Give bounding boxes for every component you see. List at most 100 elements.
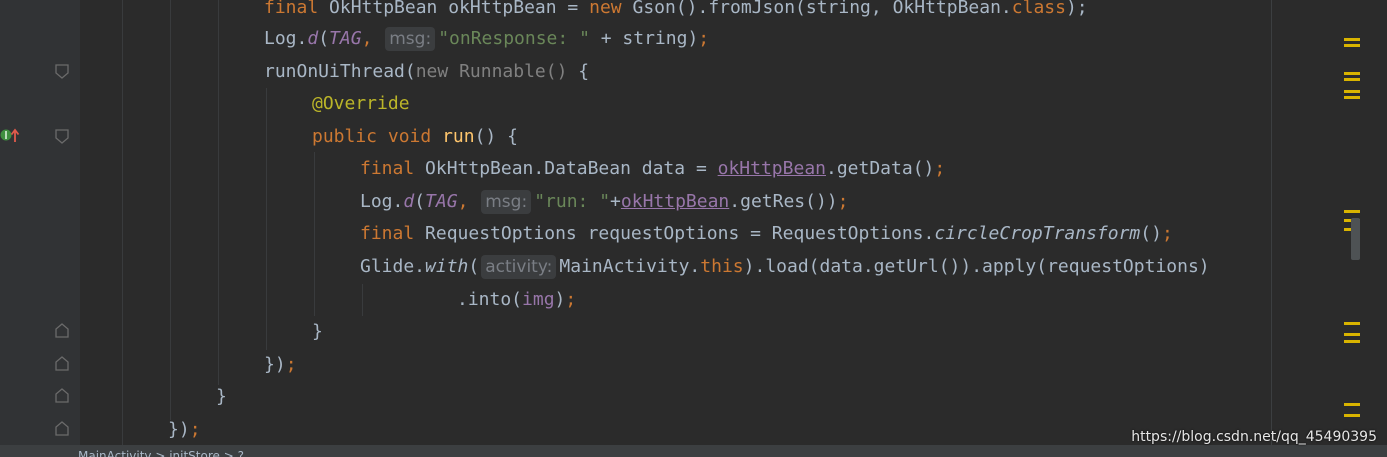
code-text: ).load(data.getUrl()).apply(requestOptio… [743,256,1210,277]
breadcrumb-bar: MainActivity > initStore > ? [0,445,1387,457]
punctuation: ; [698,28,710,49]
code-text: .into( [457,289,523,310]
warning-stripe-icon[interactable] [1344,78,1360,81]
fold-marker-icon[interactable] [55,64,69,79]
warning-stripe-icon[interactable] [1344,403,1360,406]
warning-stripe-icon[interactable] [1344,322,1360,325]
keyword: final [360,158,415,179]
code-text: + [610,191,621,212]
parameter-hint: msg: [481,190,532,214]
code-line[interactable]: }); [168,414,201,446]
keyword: class [1011,0,1066,18]
fold-marker-icon[interactable] [55,388,69,403]
code-text: OkHttpBean okHttpBean = [318,0,590,18]
string-literal: "run: " [534,191,611,212]
code-text: } [216,386,227,407]
keyword: final [264,0,319,18]
indent-guide [362,284,363,316]
annotation: @Override [312,93,410,114]
code-text: }) [264,354,286,375]
punctuation: , [361,28,384,49]
static-method: d [307,28,319,49]
right-margin-guide [1271,0,1272,445]
warning-stripe-icon[interactable] [1344,340,1360,343]
punctuation: ; [1161,223,1173,244]
keyword: final [360,223,415,244]
warning-stripe-icon[interactable] [1344,414,1360,417]
fold-marker-icon[interactable] [55,129,69,144]
code-text: Gson().fromJson(string, OkHttpBean. [621,0,1012,18]
code-text: OkHttpBean.DataBean data = [414,158,718,179]
code-text: ( [468,256,480,277]
warning-stripe-icon[interactable] [1344,333,1360,336]
fold-marker-icon[interactable] [55,323,69,338]
punctuation: ; [189,419,201,440]
code-text: .getRes()) [729,191,838,212]
code-line[interactable]: final OkHttpBean okHttpBean = new Gson()… [264,0,1088,24]
static-field: TAG [425,191,458,212]
code-line[interactable]: Log.d(TAG, msg: "run: "+okHttpBean.getRes… [360,186,848,218]
keyword: this [700,256,744,277]
code-line[interactable]: runOnUiThread(new Runnable() { [264,56,589,88]
parameter-hint: msg: [385,27,436,51]
keyword: new [589,0,622,18]
static-method: with [425,256,469,277]
static-field: TAG [329,28,362,49]
code-text: .getData() [826,158,935,179]
code-text: RequestOptions requestOptions = RequestO… [414,223,935,244]
code-line[interactable]: final RequestOptions requestOptions = Re… [360,218,1173,250]
code-text: } [312,321,323,342]
fold-marker-icon[interactable] [55,421,69,436]
code-line[interactable]: } [312,316,323,348]
warning-stripe-icon[interactable] [1344,44,1360,47]
code-text: ); [1065,0,1088,18]
punctuation: ; [565,289,577,310]
code-editor[interactable]: final OkHttpBean okHttpBean = new Gson()… [0,0,1387,457]
method-name: run [442,126,475,147]
code-line[interactable]: Glide.with(activity: MainActivity.this).l… [360,251,1210,283]
captured-variable: okHttpBean [717,158,826,179]
punctuation: ; [837,191,849,212]
code-text: ( [414,191,426,212]
folded-code: new [415,61,449,82]
code-line[interactable]: final OkHttpBean.DataBean data = okHttpB… [360,153,945,185]
code-line[interactable]: public void run() { [312,121,518,153]
fold-marker-icon[interactable] [55,356,69,371]
folded-code: Runnable() [448,61,568,82]
code-line[interactable]: Log.d(TAG, msg: "onResponse: " + string); [264,23,709,55]
breadcrumb[interactable]: MainActivity > initStore > ? [78,449,244,457]
code-text: runOnUiThread( [264,61,416,82]
field-reference: img [522,289,555,310]
static-method: d [403,191,415,212]
punctuation: ; [934,158,946,179]
code-text: ) [554,289,566,310]
keyword: public [312,126,378,147]
code-line[interactable]: }); [264,349,297,381]
code-text: () { [474,126,518,147]
string-literal: "onResponse: " [438,28,590,49]
code-text: + string) [589,28,699,49]
warning-stripe-icon[interactable] [1344,210,1360,213]
warning-stripe-icon[interactable] [1344,90,1360,93]
warning-stripe-icon[interactable] [1344,72,1360,75]
static-method: circleCropTransform [934,223,1141,244]
indent-guide [170,0,171,420]
code-line[interactable]: } [216,381,227,413]
code-text: Glide. [360,256,426,277]
code-text: ( [318,28,330,49]
code-text: Log. [264,28,308,49]
code-text: }) [168,419,190,440]
code-line[interactable]: .into(img); [457,284,576,316]
code-line[interactable]: @Override [312,88,410,120]
watermark: https://blog.csdn.net/qq_45490395 [1131,429,1377,445]
indent-guide [314,152,315,316]
keyword: void [377,126,443,147]
warning-stripe-icon[interactable] [1344,96,1360,99]
parameter-hint: activity: [481,255,557,279]
warning-stripe-icon[interactable] [1344,38,1360,41]
code-text: MainActivity. [559,256,701,277]
override-method-icon[interactable] [0,127,22,143]
indent-guide [266,88,267,350]
punctuation: ; [285,354,297,375]
vertical-scrollbar-thumb[interactable] [1351,218,1360,260]
